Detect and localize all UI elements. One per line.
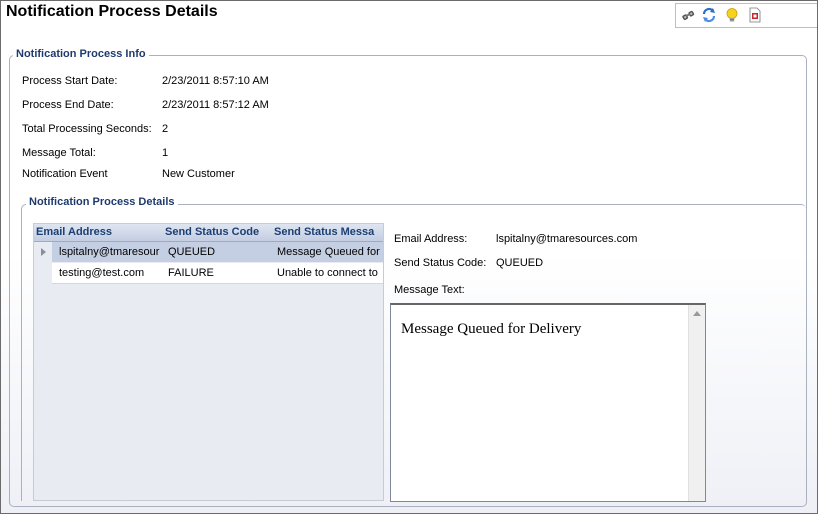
scroll-up-arrow-icon[interactable] <box>693 311 701 316</box>
grid-header: Email Address Send Status Code Send Stat… <box>34 224 383 242</box>
refresh-icon[interactable] <box>701 7 717 23</box>
cell-message: Unable to connect to <box>277 267 378 279</box>
send-status-code-label: Send Status Code: <box>394 257 487 269</box>
row-indicator <box>34 242 52 262</box>
process-end-date-value: 2/23/2011 8:57:12 AM <box>162 99 269 111</box>
total-processing-seconds-label: Total Processing Seconds: <box>22 123 152 135</box>
toolbar <box>675 3 817 28</box>
lightbulb-icon[interactable] <box>724 7 740 23</box>
message-total-label: Message Total: <box>22 147 96 159</box>
table-row[interactable]: testing@test.com FAILURE Unable to conne… <box>34 263 383 283</box>
table-row[interactable]: lspitalny@tmaresour QUEUED Message Queue… <box>34 242 383 262</box>
column-header-email-address[interactable]: Email Address <box>36 226 162 238</box>
info-legend: Notification Process Info <box>13 48 149 60</box>
send-status-code-value: QUEUED <box>496 257 544 269</box>
email-address-value: lspitalny@tmaresources.com <box>496 233 638 245</box>
binoculars-icon[interactable] <box>680 7 696 23</box>
notification-process-window: Notification Process Details Notificatio… <box>0 0 818 514</box>
row-indicator <box>34 263 52 283</box>
cell-code: FAILURE <box>168 267 214 279</box>
cell-email: testing@test.com <box>59 267 145 279</box>
email-status-grid[interactable]: Email Address Send Status Code Send Stat… <box>33 223 384 501</box>
message-text-area[interactable]: Message Queued for Delivery <box>390 303 706 502</box>
column-header-send-status-message[interactable]: Send Status Messa <box>274 226 383 238</box>
process-start-date-label: Process Start Date: <box>22 75 118 87</box>
notification-event-label: Notification Event <box>22 168 108 180</box>
email-address-label: Email Address: <box>394 233 468 245</box>
process-end-date-label: Process End Date: <box>22 99 114 111</box>
cell-code: QUEUED <box>168 246 216 258</box>
details-legend: Notification Process Details <box>26 196 178 208</box>
row-divider <box>52 283 383 284</box>
cell-email: lspitalny@tmaresour <box>59 246 160 258</box>
total-processing-seconds-value: 2 <box>162 123 169 135</box>
process-start-date-value: 2/23/2011 8:57:10 AM <box>162 75 269 87</box>
current-row-arrow-icon <box>41 248 46 256</box>
page-title: Notification Process Details <box>6 3 218 20</box>
pdf-report-icon[interactable] <box>747 7 763 23</box>
notification-event-value: New Customer <box>162 168 235 180</box>
message-text-scrollbar[interactable] <box>688 305 705 501</box>
cell-message: Message Queued for <box>277 246 380 258</box>
message-text-value: Message Queued for Delivery <box>401 321 582 337</box>
message-text-label: Message Text: <box>394 284 465 296</box>
message-total-value: 1 <box>162 147 169 159</box>
column-header-send-status-code[interactable]: Send Status Code <box>165 226 271 238</box>
